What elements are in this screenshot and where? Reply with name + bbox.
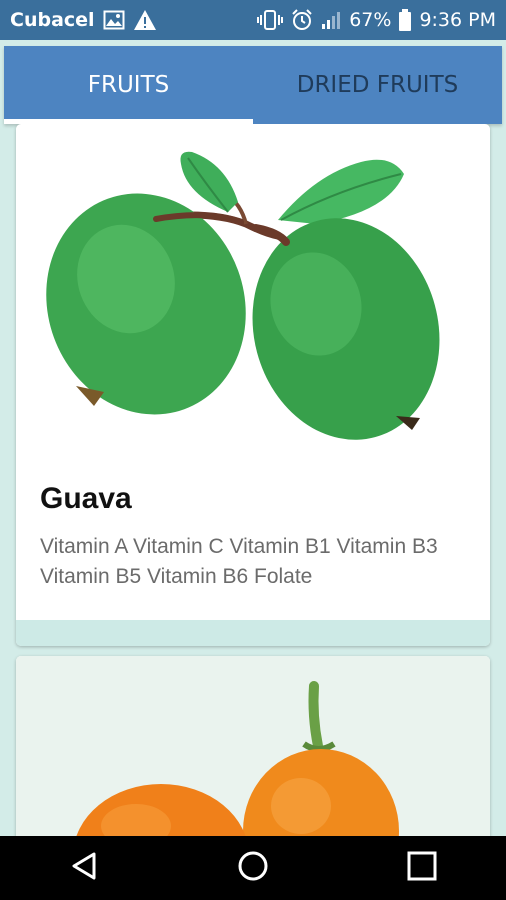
tab-fruits[interactable]: FRUITS [4,46,253,124]
clock: 9:36 PM [419,9,496,31]
back-button[interactable] [54,838,114,898]
status-bar: Cubacel 67% 9:36 PM [0,0,506,40]
recents-icon [407,851,437,886]
card-title: Guava [40,482,132,515]
navigation-bar [0,836,506,900]
status-bar-left: Cubacel [10,9,157,31]
battery-percentage: 67% [349,9,392,31]
warning-icon [133,9,157,31]
fruit-list[interactable]: Guava Vitamin A Vitamin C Vitamin B1 Vit… [0,124,506,836]
status-bar-right: 67% 9:36 PM [257,9,496,31]
card-description: Vitamin A Vitamin C Vitamin B1 Vitamin B… [40,535,438,588]
image-icon [103,10,125,30]
home-button[interactable] [223,838,283,898]
recents-button[interactable] [392,838,452,898]
fruit-card-kumquat[interactable] [16,656,490,836]
battery-icon [399,9,412,31]
alarm-icon [291,9,313,31]
tab-fruits-label: FRUITS [87,72,170,98]
kumquat-image [16,656,490,836]
fruit-card-guava[interactable]: Guava Vitamin A Vitamin C Vitamin B1 Vit… [16,124,490,646]
signal-icon [321,10,341,30]
tab-bar: FRUITS DRIED FRUITS [4,46,502,124]
vibrate-icon [257,9,284,31]
carrier-name: Cubacel [10,9,95,31]
guava-image [16,124,490,454]
back-icon [70,851,98,886]
tab-dried-fruits-label: DRIED FRUITS [296,72,459,98]
tab-dried-fruits[interactable]: DRIED FRUITS [253,46,502,124]
home-icon [237,850,269,887]
card-footer [16,620,490,646]
